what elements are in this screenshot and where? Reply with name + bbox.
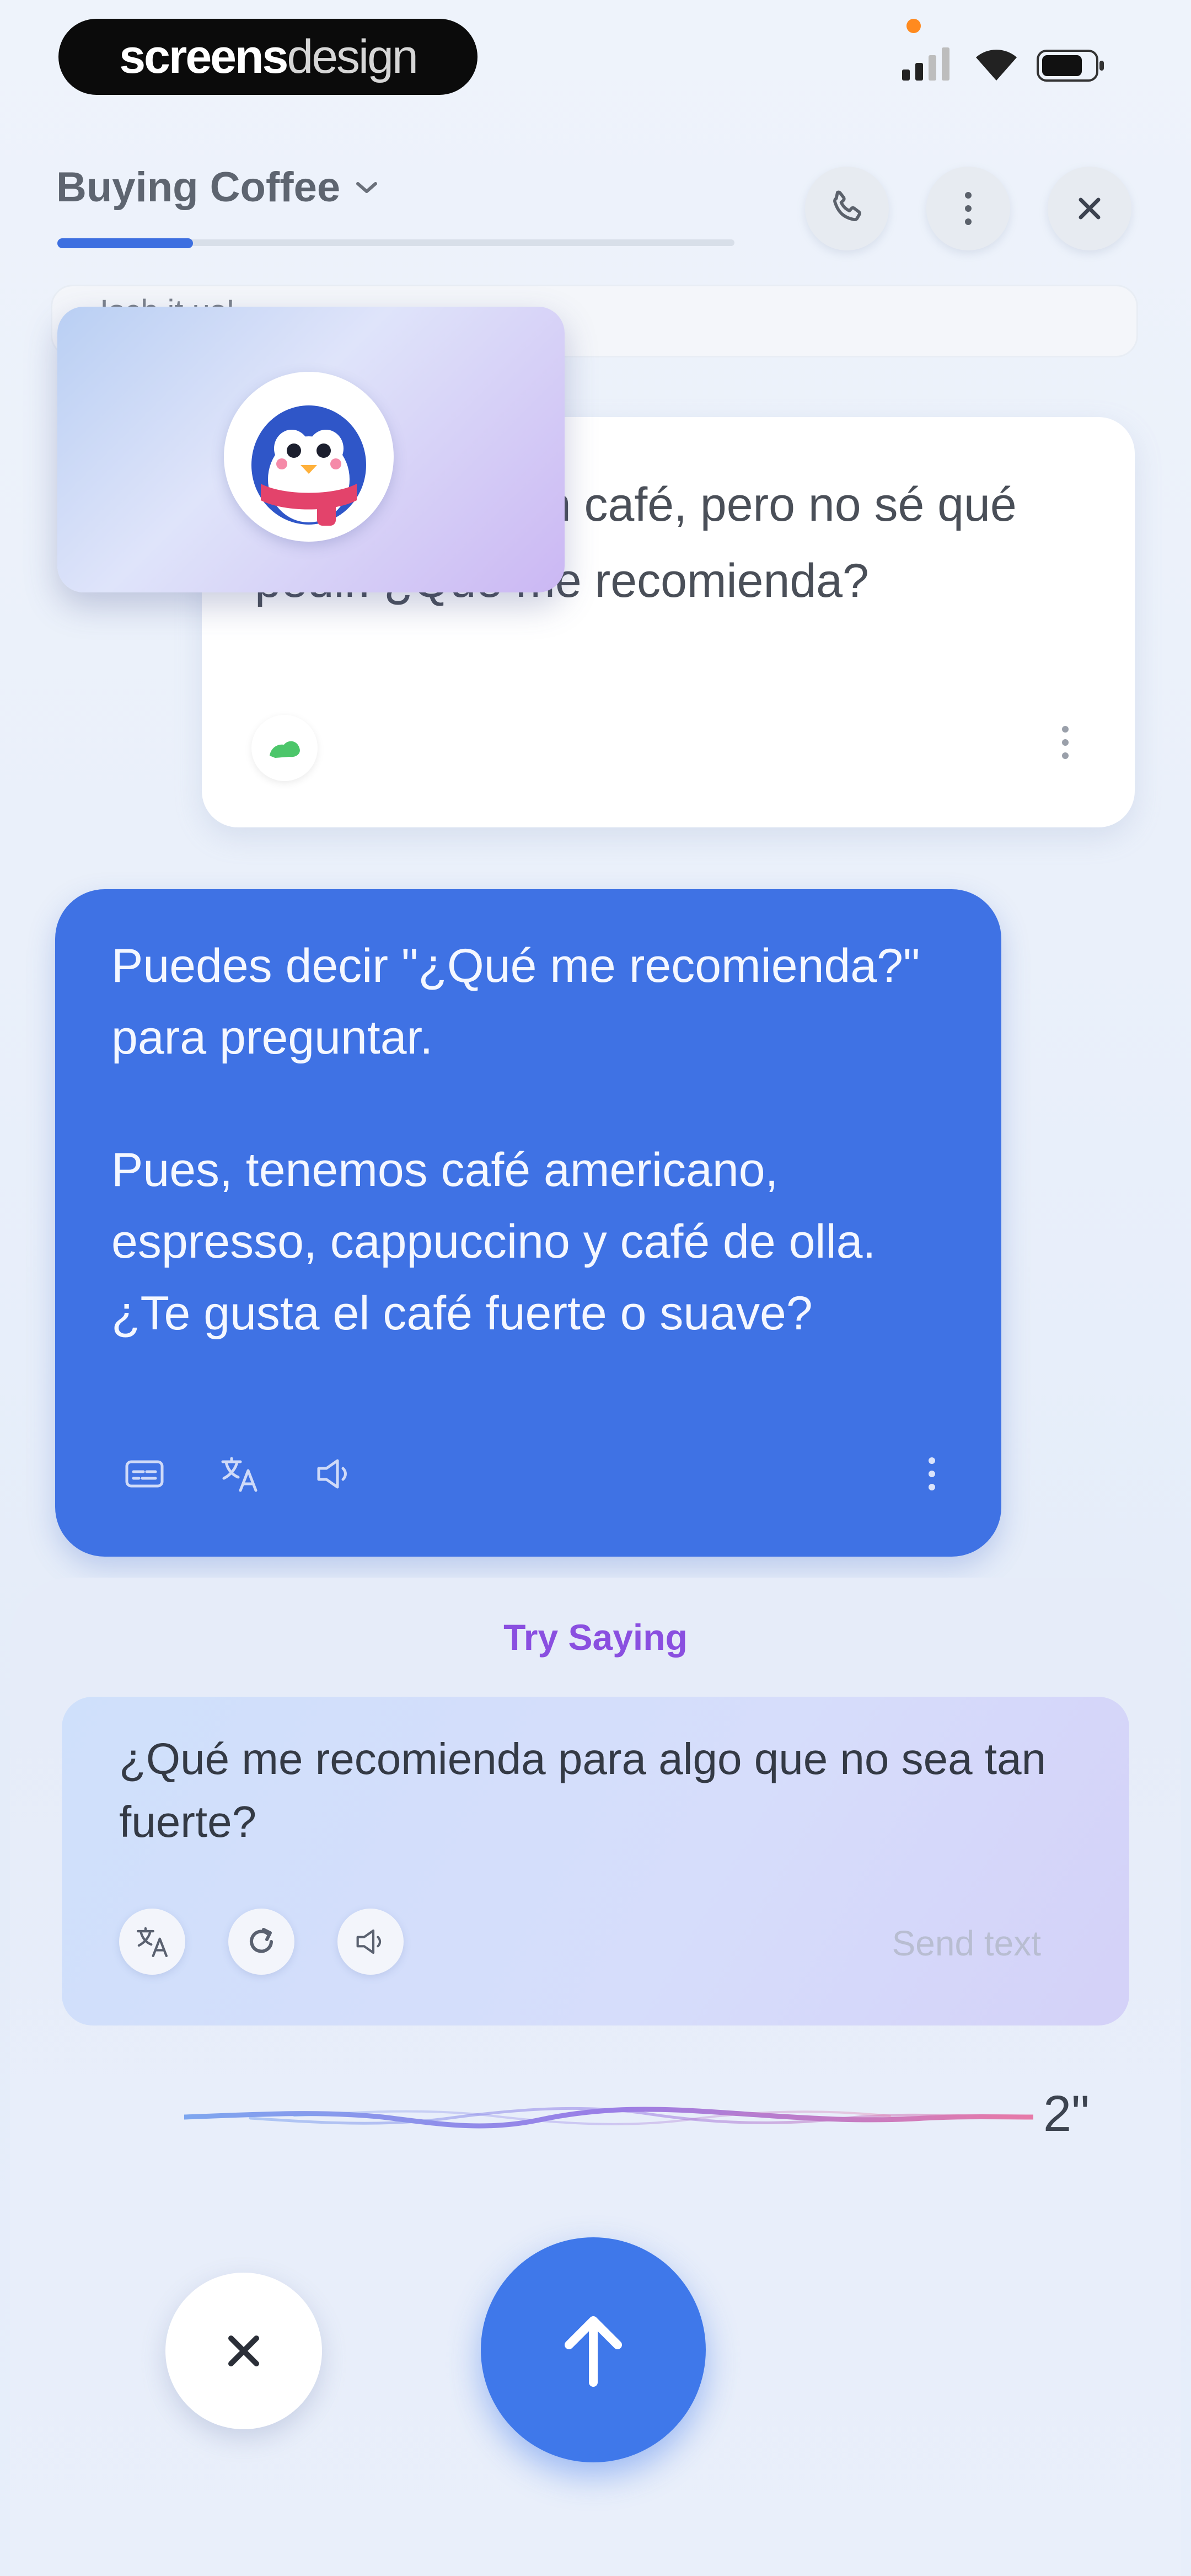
send-text-link[interactable]: Send text bbox=[892, 1923, 1041, 1964]
cellular-signal-icon bbox=[902, 47, 949, 81]
tutor-message-more-button[interactable] bbox=[929, 1457, 935, 1490]
more-options-button[interactable] bbox=[926, 167, 1010, 250]
send-recording-button[interactable] bbox=[481, 2237, 706, 2462]
close-icon bbox=[228, 2335, 259, 2366]
tutor-message-text: Puedes decir "¿Qué me recomienda?" para … bbox=[111, 930, 949, 1349]
more-vertical-icon bbox=[929, 1457, 935, 1490]
pronunciation-score-icon bbox=[270, 741, 300, 758]
refresh-icon bbox=[250, 1928, 273, 1953]
more-vertical-icon bbox=[965, 192, 972, 225]
replay-audio-icon[interactable] bbox=[314, 1456, 354, 1492]
speaker-icon bbox=[356, 1929, 382, 1954]
subtitles-toggle-icon[interactable] bbox=[125, 1458, 164, 1489]
topic-selector[interactable]: Buying Coffee bbox=[56, 163, 379, 211]
chevron-down-icon bbox=[356, 181, 378, 193]
privacy-indicator-dot bbox=[906, 19, 921, 33]
translate-suggestion-button[interactable] bbox=[119, 1909, 185, 1975]
logo-bold-text: screens bbox=[119, 30, 288, 83]
tutor-avatar bbox=[224, 372, 394, 542]
try-saying-title: Try Saying bbox=[503, 1617, 688, 1658]
voice-waveform bbox=[184, 2107, 1033, 2129]
tutor-message-bubble: Puedes decir "¿Qué me recomienda?" para … bbox=[55, 889, 1001, 1557]
play-suggestion-audio-button[interactable] bbox=[337, 1909, 404, 1975]
tutor-video-card[interactable] bbox=[57, 307, 565, 592]
phone-icon bbox=[833, 190, 861, 221]
translate-icon bbox=[137, 1927, 168, 1957]
close-lesson-button[interactable] bbox=[1048, 167, 1131, 250]
screensdesign-logo: screens design bbox=[58, 19, 478, 95]
tutor-message-toolbar bbox=[125, 1454, 354, 1494]
penguin-avatar bbox=[251, 405, 366, 526]
try-saying-panel: Try Saying ¿Qué me recomienda para algo … bbox=[10, 1578, 1181, 2576]
call-button[interactable] bbox=[805, 167, 889, 250]
recording-timer: 2" bbox=[1043, 2086, 1090, 2142]
arrow-up-icon bbox=[565, 2316, 622, 2387]
translate-icon[interactable] bbox=[219, 1454, 259, 1494]
lesson-progress-fill bbox=[57, 238, 193, 248]
tutor-message-reply: Pues, tenemos café americano, espresso, … bbox=[111, 1143, 876, 1340]
topic-title: Buying Coffee bbox=[56, 164, 341, 211]
logo-light-text: design bbox=[287, 30, 418, 83]
suggestion-card[interactable]: ¿Qué me recomienda para algo que no sea … bbox=[62, 1697, 1129, 2025]
cancel-recording-button[interactable] bbox=[165, 2273, 322, 2429]
more-vertical-icon bbox=[1062, 726, 1069, 759]
suggestion-text: ¿Qué me recomienda para algo que no sea … bbox=[119, 1734, 1047, 1846]
suggestion-toolbar bbox=[119, 1909, 404, 1975]
tutor-message-hint: Puedes decir "¿Qué me recomienda?" para … bbox=[111, 939, 920, 1064]
close-icon bbox=[1079, 197, 1101, 220]
battery-icon bbox=[1037, 50, 1104, 82]
pronunciation-score-badge[interactable] bbox=[251, 715, 318, 781]
wifi-icon bbox=[976, 50, 1017, 81]
refresh-suggestion-button[interactable] bbox=[228, 1909, 294, 1975]
user-message-more-button[interactable] bbox=[1062, 726, 1069, 759]
